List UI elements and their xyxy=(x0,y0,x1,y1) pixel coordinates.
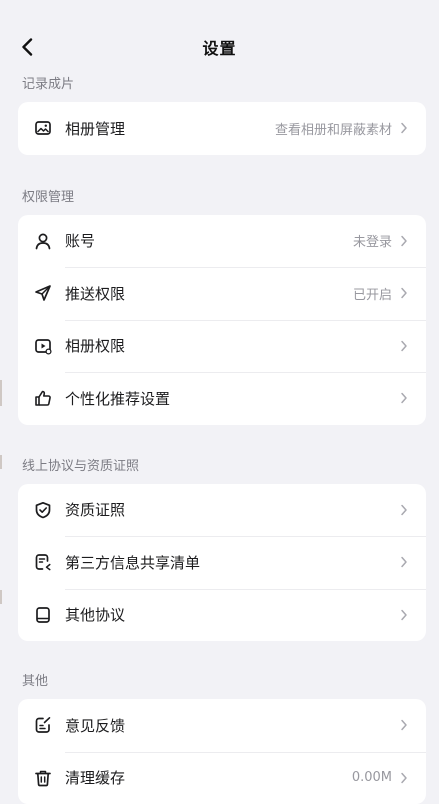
navigation-bar: 设置 xyxy=(0,26,439,68)
row-value: 已开启 xyxy=(353,284,392,303)
row-other-agreements[interactable]: 其他协议 xyxy=(18,589,426,642)
chevron-right-icon xyxy=(400,719,408,731)
row-label: 其他协议 xyxy=(65,604,392,625)
row-feedback[interactable]: 意见反馈 xyxy=(18,699,426,752)
row-album-permission[interactable]: 相册权限 xyxy=(18,320,426,373)
row-label: 清理缓存 xyxy=(65,767,352,788)
row-album-management[interactable]: 相册管理 查看相册和屏蔽素材 xyxy=(18,102,426,155)
row-label: 推送权限 xyxy=(65,283,353,304)
row-value: 0.00M xyxy=(352,770,392,785)
section-label-agreements: 线上协议与资质证照 xyxy=(0,450,439,484)
section-label-permissions: 权限管理 xyxy=(0,181,439,215)
chevron-right-icon xyxy=(400,122,408,134)
chevron-right-icon xyxy=(400,609,408,621)
send-icon xyxy=(34,284,52,302)
edge-shade xyxy=(0,455,2,469)
chevron-right-icon xyxy=(400,235,408,247)
chevron-right-icon xyxy=(400,392,408,404)
row-label: 资质证照 xyxy=(65,499,392,520)
card-other: 意见反馈 清理缓存 0.00M xyxy=(18,699,426,804)
image-icon xyxy=(34,119,52,137)
row-push-permission[interactable]: 推送权限 已开启 xyxy=(18,267,426,320)
back-button[interactable] xyxy=(12,32,42,62)
row-label: 意见反馈 xyxy=(65,715,392,736)
row-label: 个性化推荐设置 xyxy=(65,388,392,409)
page-title: 设置 xyxy=(202,35,236,59)
video-album-icon xyxy=(34,337,52,355)
document-share-icon xyxy=(34,553,52,571)
book-icon xyxy=(34,606,52,624)
chevron-right-icon xyxy=(400,504,408,516)
section-label-other: 其他 xyxy=(0,665,439,699)
trash-icon xyxy=(34,769,52,787)
back-arrow-icon xyxy=(21,38,33,56)
section-label-record: 记录成片 xyxy=(0,68,439,102)
user-icon xyxy=(34,232,52,250)
chevron-right-icon xyxy=(400,287,408,299)
thumbs-up-icon xyxy=(34,389,52,407)
row-third-party-sharing[interactable]: 第三方信息共享清单 xyxy=(18,536,426,589)
row-clear-cache[interactable]: 清理缓存 0.00M xyxy=(18,752,426,804)
row-personalized-recommendation[interactable]: 个性化推荐设置 xyxy=(18,372,426,425)
card-agreements: 资质证照 第三方信息共享清单 其他协议 xyxy=(18,484,426,642)
row-qualification[interactable]: 资质证照 xyxy=(18,484,426,537)
row-label: 相册权限 xyxy=(65,335,392,356)
card-record: 相册管理 查看相册和屏蔽素材 xyxy=(18,102,426,155)
row-value: 查看相册和屏蔽素材 xyxy=(275,119,392,138)
feedback-icon xyxy=(34,716,52,734)
row-label: 第三方信息共享清单 xyxy=(65,552,392,573)
edge-shade xyxy=(0,380,2,406)
status-bar xyxy=(0,0,439,26)
row-value: 未登录 xyxy=(353,231,392,250)
edge-shade xyxy=(0,590,2,604)
shield-check-icon xyxy=(34,501,52,519)
chevron-right-icon xyxy=(400,340,408,352)
row-account[interactable]: 账号 未登录 xyxy=(18,215,426,268)
card-permissions: 账号 未登录 推送权限 已开启 相册权限 个性化推荐设置 xyxy=(18,215,426,425)
chevron-right-icon xyxy=(400,556,408,568)
row-label: 相册管理 xyxy=(65,118,275,139)
row-label: 账号 xyxy=(65,230,353,251)
